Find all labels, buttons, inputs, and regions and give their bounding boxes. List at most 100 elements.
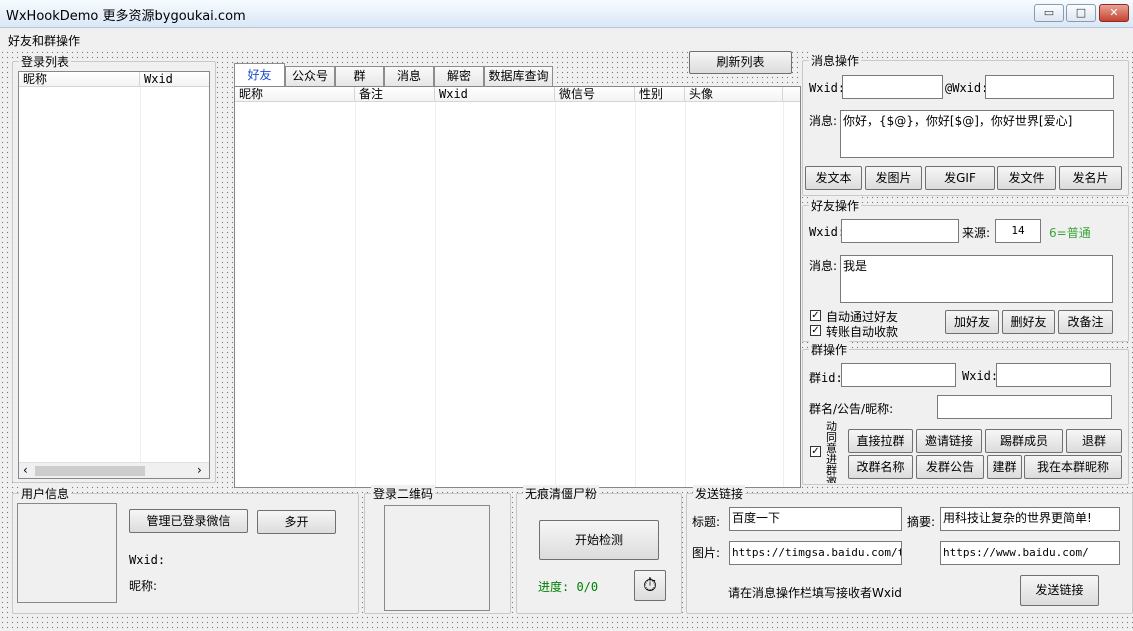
column-wxid[interactable]: Wxid xyxy=(435,87,555,102)
column-nickname[interactable]: 昵称 xyxy=(235,87,355,102)
scroll-left-icon[interactable]: ‹ xyxy=(23,463,28,477)
group-id-input[interactable] xyxy=(841,363,956,387)
link-hint-text: 请在消息操作栏填写接收者Wxid xyxy=(728,586,902,600)
edit-remark-button[interactable]: 改备注 xyxy=(1058,310,1113,334)
multi-open-button[interactable]: 多开 xyxy=(257,510,336,534)
login-list-view[interactable]: 昵称 Wxid ‹ › xyxy=(18,71,210,479)
group-wxid-input[interactable] xyxy=(996,363,1111,387)
friend-msg-input[interactable]: 我是 xyxy=(840,255,1113,303)
grid-line xyxy=(635,102,636,487)
user-info-legend: 用户信息 xyxy=(19,485,72,502)
quit-group-button[interactable]: 退群 xyxy=(1066,429,1122,453)
avatar xyxy=(17,503,117,603)
delete-friend-button[interactable]: 删好友 xyxy=(1002,310,1055,334)
tab-official-accounts[interactable]: 公众号 xyxy=(285,66,335,86)
link-image-input[interactable]: https://timgsa.baidu.com/timg xyxy=(729,541,902,565)
menu-item-friend-group[interactable]: 好友和群操作 xyxy=(8,32,80,49)
pull-group-button[interactable]: 直接拉群 xyxy=(848,429,913,453)
close-icon: ✕ xyxy=(1109,6,1119,19)
source-input[interactable]: 14 xyxy=(995,219,1041,243)
msg-wxid-input[interactable] xyxy=(842,75,943,99)
refresh-list-button[interactable]: 刷新列表 xyxy=(689,51,792,74)
msg-content-input[interactable]: 你好，{$@}，你好[$@]，你好世界[爱心] xyxy=(840,110,1114,158)
friend-table[interactable]: 昵称 备注 Wxid 微信号 性别 头像 xyxy=(234,86,801,488)
msg-at-wxid-label: @Wxid: xyxy=(945,81,989,95)
send-image-button[interactable]: 发图片 xyxy=(865,166,922,190)
start-detect-button[interactable]: 开始检测 xyxy=(539,520,659,560)
stopwatch-icon: ⏱ xyxy=(642,575,658,596)
my-group-nickname-button[interactable]: 我在本群昵称 xyxy=(1024,455,1122,479)
source-label: 来源: xyxy=(962,226,991,240)
tab-friends[interactable]: 好友 xyxy=(234,63,285,87)
group-wxid-label: Wxid: xyxy=(962,369,999,383)
friend-table-header: 昵称 备注 Wxid 微信号 性别 头像 xyxy=(235,87,800,102)
send-gif-button[interactable]: 发GIF xyxy=(925,166,995,190)
scroll-right-icon[interactable]: › xyxy=(197,463,202,477)
tab-database-query[interactable]: 数据库查询 xyxy=(484,66,553,86)
manage-logged-wechat-button[interactable]: 管理已登录微信 xyxy=(129,509,248,533)
source-hint: 6=普通 xyxy=(1049,226,1091,240)
column-wxid[interactable]: Wxid xyxy=(140,72,209,87)
link-summary-label: 摘要: xyxy=(907,515,936,529)
grid-line xyxy=(685,102,686,487)
send-text-button[interactable]: 发文本 xyxy=(805,166,862,190)
link-image-label: 图片: xyxy=(692,546,721,560)
menu-bar: 好友和群操作 xyxy=(0,29,1133,49)
message-ops-legend: 消息操作 xyxy=(809,52,862,69)
horizontal-scrollbar[interactable]: ‹ › xyxy=(19,462,209,478)
user-nickname-label: 昵称: xyxy=(129,579,158,593)
send-link-legend: 发送链接 xyxy=(693,485,746,502)
link-summary-input[interactable]: 用科技让复杂的世界更简单! xyxy=(940,507,1120,531)
column-wechat-id[interactable]: 微信号 xyxy=(555,87,635,102)
grid-line xyxy=(355,102,356,487)
auto-accept-checkbox[interactable]: ✓ xyxy=(810,310,821,321)
msg-wxid-label: Wxid: xyxy=(809,81,846,95)
scroll-thumb[interactable] xyxy=(35,466,145,476)
column-avatar[interactable]: 头像 xyxy=(685,87,783,102)
grid-line xyxy=(140,87,141,478)
group-id-label: 群id: xyxy=(809,371,843,385)
auto-collect-checkbox[interactable]: ✓ xyxy=(810,325,821,336)
kick-member-button[interactable]: 踢群成员 xyxy=(985,429,1063,453)
timer-button[interactable]: ⏱ xyxy=(634,570,666,601)
group-name-input[interactable] xyxy=(937,395,1112,419)
msg-at-wxid-input[interactable] xyxy=(985,75,1114,99)
add-friend-button[interactable]: 加好友 xyxy=(945,310,999,334)
link-title-input[interactable]: 百度一下 xyxy=(729,507,902,531)
link-title-label: 标题: xyxy=(692,515,721,529)
friend-ops-legend: 好友操作 xyxy=(809,197,862,214)
tab-messages[interactable]: 消息 xyxy=(384,66,434,86)
qr-legend: 登录二维码 xyxy=(371,485,436,502)
maximize-button[interactable]: □ xyxy=(1066,4,1096,22)
auto-join-label: 动同意进群邀 xyxy=(826,421,837,483)
create-group-button[interactable]: 建群 xyxy=(987,455,1022,479)
rename-group-button[interactable]: 改群名称 xyxy=(848,455,913,479)
minimize-icon: ▭ xyxy=(1043,6,1055,19)
maximize-icon: □ xyxy=(1075,6,1087,19)
msg-content-label: 消息: xyxy=(809,114,838,128)
group-name-label: 群名/公告/昵称: xyxy=(809,402,894,416)
column-nickname[interactable]: 昵称 xyxy=(19,72,140,87)
auto-collect-label: 转账自动收款 xyxy=(826,325,899,339)
login-list-legend: 登录列表 xyxy=(19,53,72,70)
window-title: WxHookDemo 更多资源bygoukai.com xyxy=(6,9,246,24)
friend-wxid-input[interactable] xyxy=(841,219,959,243)
grid-line xyxy=(435,102,436,487)
auto-join-checkbox[interactable]: ✓ xyxy=(810,446,821,457)
invite-link-button[interactable]: 邀请链接 xyxy=(916,429,982,453)
grid-line xyxy=(783,102,784,487)
group-notice-button[interactable]: 发群公告 xyxy=(916,455,984,479)
qr-code-box xyxy=(384,505,490,611)
close-button[interactable]: ✕ xyxy=(1099,4,1129,22)
tab-groups[interactable]: 群 xyxy=(335,66,384,86)
send-card-button[interactable]: 发名片 xyxy=(1059,166,1122,190)
minimize-button[interactable]: ▭ xyxy=(1034,4,1064,22)
friend-wxid-label: Wxid: xyxy=(809,225,846,239)
link-url-input[interactable]: https://www.baidu.com/ xyxy=(940,541,1120,565)
login-list-group: 登录列表 昵称 Wxid ‹ › xyxy=(12,53,216,483)
send-file-button[interactable]: 发文件 xyxy=(997,166,1056,190)
column-remark[interactable]: 备注 xyxy=(355,87,435,102)
send-link-button[interactable]: 发送链接 xyxy=(1020,575,1099,606)
tab-decrypt[interactable]: 解密 xyxy=(434,66,484,86)
column-gender[interactable]: 性别 xyxy=(635,87,685,102)
